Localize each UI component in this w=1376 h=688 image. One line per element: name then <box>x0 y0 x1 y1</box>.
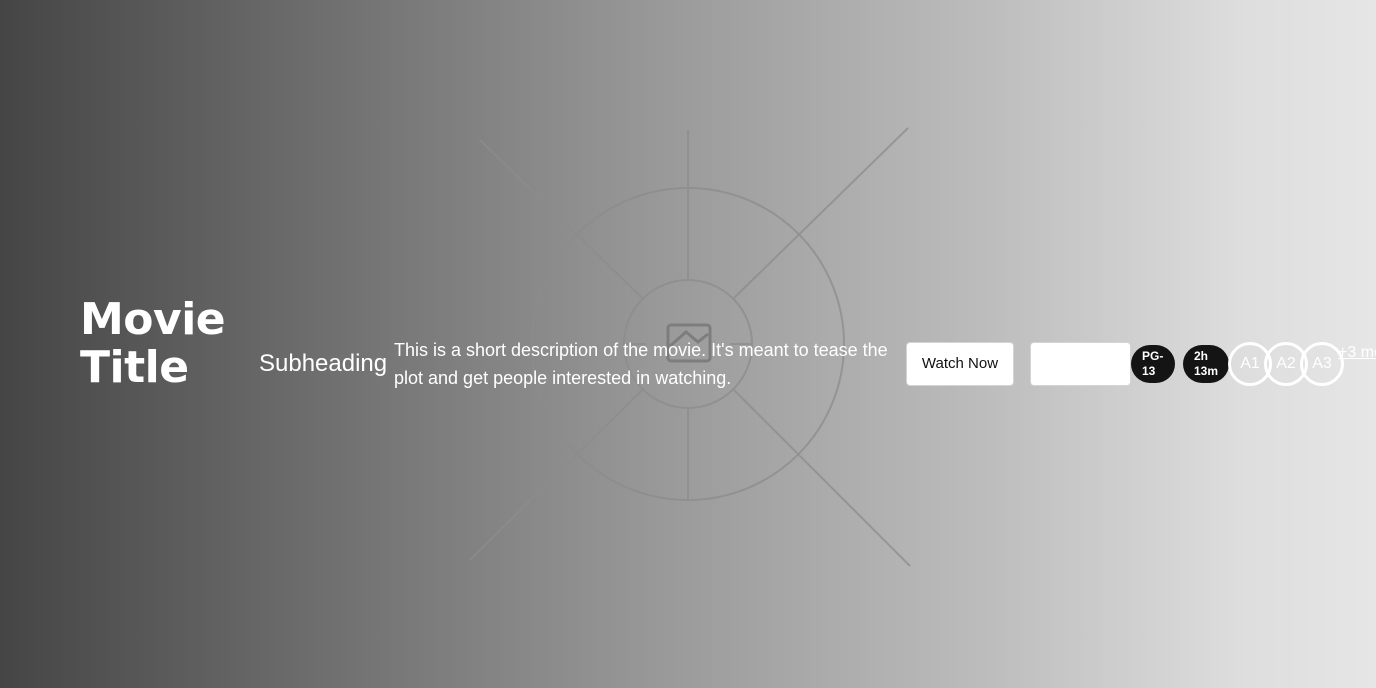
subheading: Subheading <box>259 350 388 377</box>
runtime-badge: 2h 13m <box>1183 345 1229 383</box>
movie-title: Movie Title <box>80 294 226 393</box>
secondary-action-button[interactable] <box>1030 342 1131 386</box>
watch-now-button[interactable]: Watch Now <box>906 342 1014 386</box>
more-cast-link[interactable]: +3 more <box>1338 342 1376 364</box>
movie-description: This is a short description of the movie… <box>394 340 888 388</box>
rating-badge: PG-13 <box>1131 345 1175 383</box>
hero-banner: Movie Title Subheading This is a short d… <box>0 0 1376 688</box>
